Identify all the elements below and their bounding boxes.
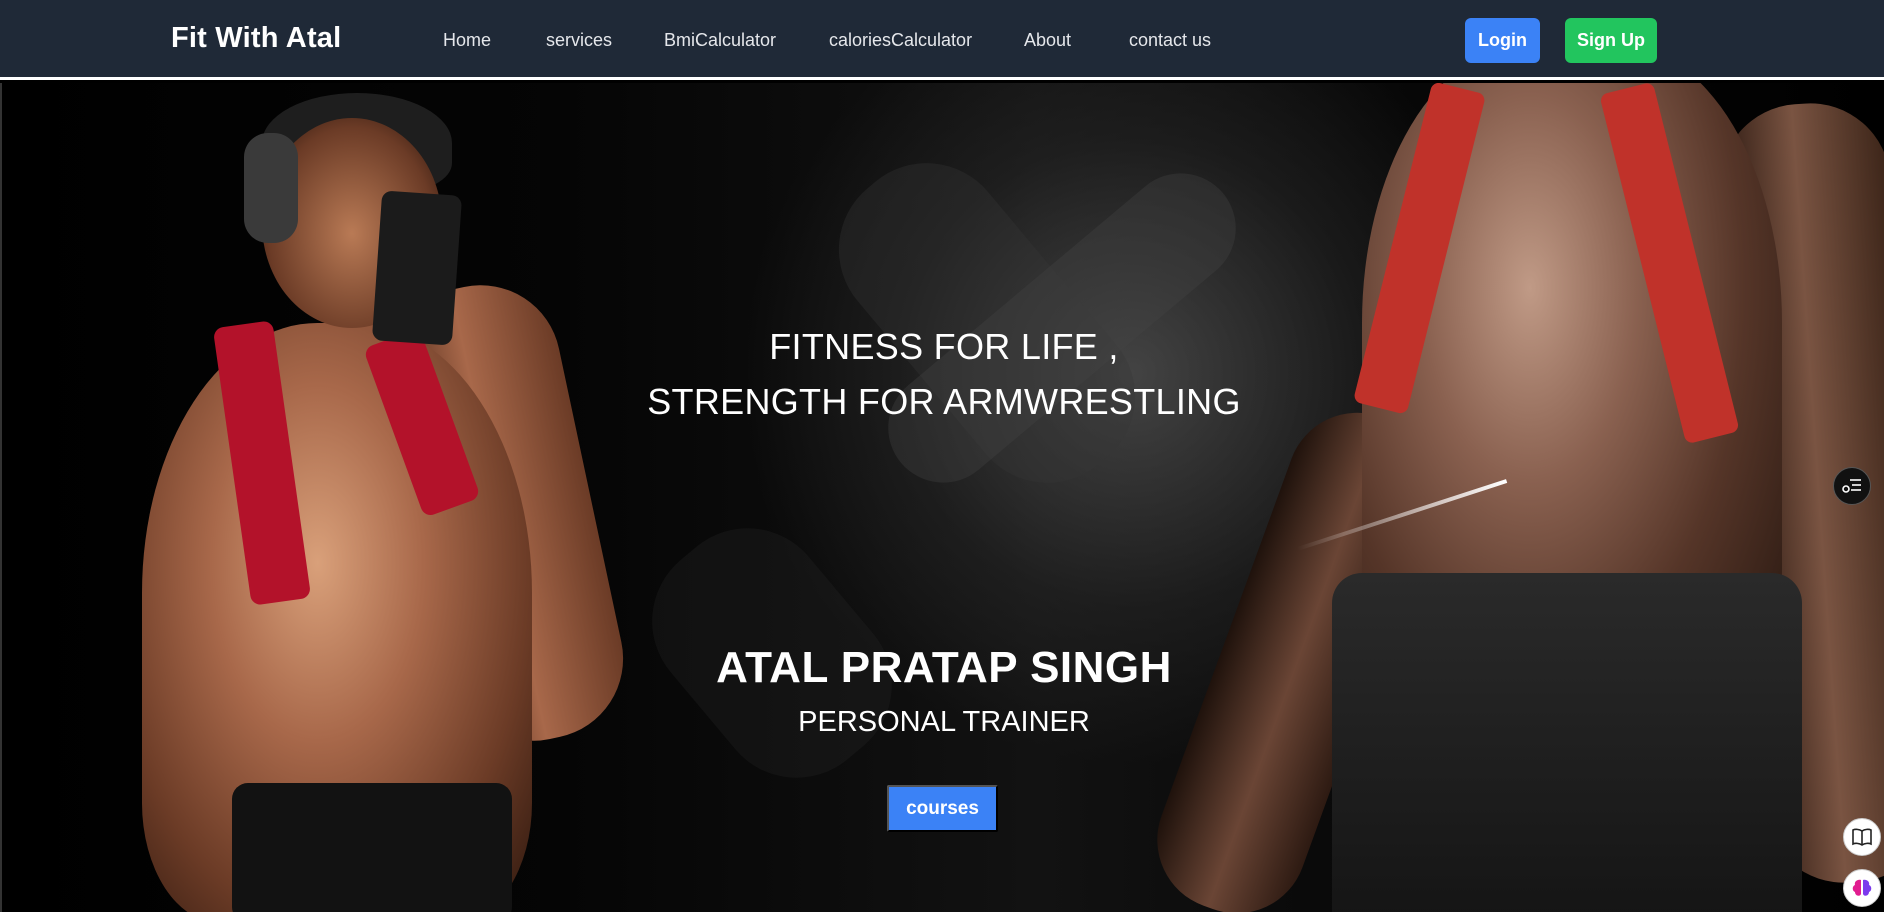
hero-tagline-line2: STRENGTH FOR ARMWRESTLING	[647, 381, 1241, 422]
login-button[interactable]: Login	[1465, 18, 1540, 63]
nav-link-calories-calculator[interactable]: caloriesCalculator	[829, 30, 972, 51]
top-navbar: Fit With Atal Home services BmiCalculato…	[0, 0, 1884, 80]
nav-link-services[interactable]: services	[546, 30, 612, 51]
nav-link-home[interactable]: Home	[443, 30, 491, 51]
hero-tagline-line1: FITNESS FOR LIFE ,	[769, 326, 1119, 367]
signup-button[interactable]: Sign Up	[1565, 18, 1657, 63]
sliders-menu-icon[interactable]	[1833, 467, 1871, 505]
nav-link-bmi-calculator[interactable]: BmiCalculator	[664, 30, 776, 51]
trainer-name: ATAL PRATAP SINGH	[716, 643, 1172, 692]
nav-link-about[interactable]: About	[1024, 30, 1071, 51]
nav-link-contact[interactable]: contact us	[1129, 30, 1211, 51]
hero-section: FITNESS FOR LIFE , STRENGTH FOR ARMWREST…	[0, 83, 1884, 912]
book-icon[interactable]	[1843, 818, 1881, 856]
trainer-role: PERSONAL TRAINER	[798, 706, 1090, 738]
brain-icon[interactable]	[1843, 869, 1881, 907]
courses-button[interactable]: courses	[887, 785, 998, 832]
